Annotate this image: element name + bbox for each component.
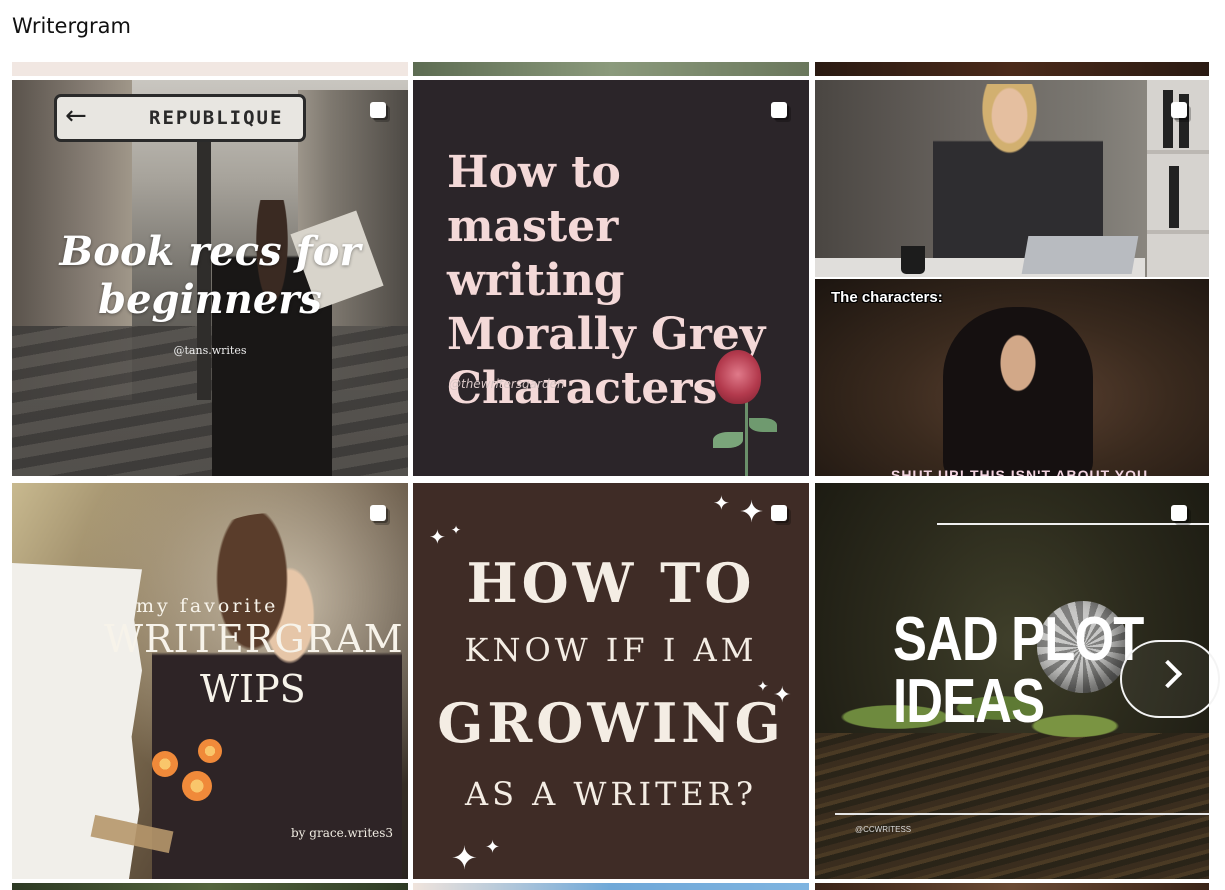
post-tile-book-recs[interactable]: ← REPUBLIQUE Book recs for beginners @ta… — [12, 80, 408, 476]
post-tile-morally-grey[interactable]: How to master writing Morally Grey Chara… — [413, 80, 809, 476]
post-caption: Book recs for beginners — [12, 228, 408, 324]
carousel-icon — [1171, 102, 1191, 122]
sparkle-icon: ✦ — [773, 683, 792, 708]
binder — [1163, 90, 1173, 148]
partial-tile-top-1[interactable] — [12, 62, 408, 76]
post-tile-wips[interactable]: my favorite WRITERGRAM WIPS by grace.wri… — [12, 483, 408, 879]
title-line-2: IDEAS — [893, 667, 1045, 736]
heading-line-1: How to master — [447, 147, 621, 252]
shouting-woman — [933, 84, 1103, 260]
sparkle-icon: ✦ — [485, 837, 501, 858]
carousel-icon — [1171, 505, 1191, 525]
post-line-3: WIPS — [200, 667, 306, 711]
carousel-icon — [370, 505, 390, 525]
street-sign: ← REPUBLIQUE — [54, 94, 306, 142]
laptop — [1021, 236, 1139, 274]
sparkle-icon: ✦ — [757, 679, 769, 695]
frame-line-top — [937, 523, 1209, 525]
mug — [901, 246, 925, 274]
heading-line-2: writing — [447, 255, 625, 306]
post-handle: @CCWRITESS — [855, 825, 912, 834]
post-line-3: GROWING — [437, 691, 785, 755]
partial-tile-top-2[interactable] — [413, 62, 809, 76]
flower-icon — [182, 771, 212, 801]
street-sign-text: REPUBLIQUE — [149, 107, 284, 129]
chevron-right-icon — [1153, 659, 1183, 689]
rose-stem — [745, 402, 748, 476]
post-line-1: HOW TO — [466, 551, 756, 615]
arrow-left-icon: ← — [65, 101, 87, 131]
sparkle-icon: ✦ — [451, 839, 478, 877]
post-handle: by grace.writes3 — [291, 826, 394, 840]
partial-tile-bottom-3[interactable] — [815, 883, 1209, 890]
carousel-icon — [771, 102, 791, 122]
caption-line-2: beginners — [98, 276, 322, 323]
forest-floor — [815, 733, 1209, 879]
rose-icon — [715, 350, 761, 404]
flower-icon — [198, 739, 222, 763]
meme-top-panel — [815, 80, 1209, 277]
sparkle-icon: ✦ — [451, 523, 462, 537]
girl-figure — [943, 307, 1093, 476]
page-title: Writergram — [12, 14, 131, 38]
meme-label: The characters: — [831, 289, 943, 306]
post-handle: @tans.writes — [173, 344, 247, 357]
post-line-2: KNOW IF I AM — [464, 631, 758, 669]
post-line-1: my favorite — [136, 595, 279, 617]
meme-bottom-panel: The characters: SHUT UP! THIS ISN'T ABOU… — [815, 279, 1209, 476]
partial-tile-bottom-1[interactable] — [12, 883, 408, 890]
flower-icon — [152, 751, 178, 777]
carousel-icon — [370, 102, 390, 122]
sparkle-icon: ✦ — [429, 525, 446, 549]
post-tile-meme[interactable]: The characters: SHUT UP! THIS ISN'T ABOU… — [815, 80, 1209, 476]
next-button[interactable] — [1120, 640, 1220, 718]
partial-tile-bottom-2[interactable] — [413, 883, 809, 890]
post-line-2: WRITERGRAM — [104, 617, 404, 661]
caption-line-1: Book recs for — [59, 228, 361, 275]
post-handle: @thewritersgarden — [449, 377, 565, 391]
post-title: SAD PLOT IDEAS — [893, 605, 1144, 736]
meme-caption: SHUT UP! THIS ISN'T ABOUT YOU — [891, 467, 1149, 476]
partial-tile-top-3[interactable] — [815, 62, 1209, 76]
post-tile-growing-writer[interactable]: HOW TO KNOW IF I AM GROWING AS A WRITER?… — [413, 483, 809, 879]
post-line-4: AS A WRITER? — [464, 775, 758, 813]
frame-line-bottom — [835, 813, 1209, 815]
title-line-1: SAD PLOT — [893, 605, 1144, 674]
sparkle-icon: ✦ — [739, 495, 765, 530]
shelf-divider — [1147, 150, 1209, 154]
binder — [1169, 166, 1179, 228]
shelf-divider — [1147, 230, 1209, 234]
rose-leaf — [713, 432, 743, 448]
rose-leaf — [749, 418, 777, 432]
sparkle-icon: ✦ — [713, 491, 730, 515]
carousel-icon — [771, 505, 791, 525]
